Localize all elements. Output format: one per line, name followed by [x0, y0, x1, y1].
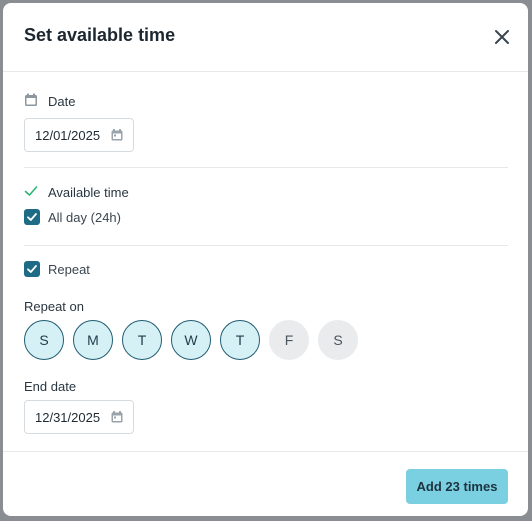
day-tuesday[interactable]: T — [122, 320, 162, 360]
day-wednesday[interactable]: W — [171, 320, 211, 360]
repeat-on-label: Repeat on — [24, 299, 84, 314]
repeat-days: S M T W T F S — [24, 320, 367, 360]
divider — [24, 245, 508, 246]
date-label: Date — [48, 93, 76, 109]
modal-header: Set available time — [3, 3, 528, 72]
end-date-label: End date — [24, 379, 77, 394]
date-value: 12/01/2025 — [35, 127, 101, 143]
day-friday[interactable]: F — [269, 320, 309, 360]
set-available-time-modal: Set available time Date 12/01/2025 Avail… — [3, 3, 528, 516]
check-icon — [24, 184, 40, 200]
date-section: Date — [24, 93, 507, 109]
day-sunday[interactable]: S — [24, 320, 64, 360]
checkmark-icon — [27, 265, 37, 273]
end-date-input[interactable]: 12/31/2025 — [24, 400, 134, 434]
all-day-checkbox[interactable] — [24, 209, 40, 225]
close-icon — [495, 30, 509, 44]
repeat-row: Repeat — [24, 261, 507, 277]
available-time-label: Available time — [48, 184, 129, 200]
day-saturday[interactable]: S — [318, 320, 358, 360]
date-input[interactable]: 12/01/2025 — [24, 118, 134, 152]
modal-title: Set available time — [24, 25, 176, 45]
checkmark-icon — [27, 213, 37, 221]
calendar-icon — [111, 411, 123, 423]
day-monday[interactable]: M — [73, 320, 113, 360]
calendar-icon — [111, 129, 123, 141]
day-thursday[interactable]: T — [220, 320, 260, 360]
modal-footer: Add 23 times — [3, 451, 528, 516]
divider — [24, 167, 508, 168]
repeat-label: Repeat — [48, 261, 90, 277]
end-date-value: 12/31/2025 — [35, 409, 101, 425]
add-times-button[interactable]: Add 23 times — [406, 469, 508, 504]
all-day-row: All day (24h) — [24, 209, 507, 225]
available-time-section: Available time — [24, 184, 507, 200]
calendar-icon — [24, 93, 40, 109]
close-button[interactable] — [492, 27, 512, 47]
all-day-label: All day (24h) — [48, 209, 121, 225]
repeat-checkbox[interactable] — [24, 261, 40, 277]
